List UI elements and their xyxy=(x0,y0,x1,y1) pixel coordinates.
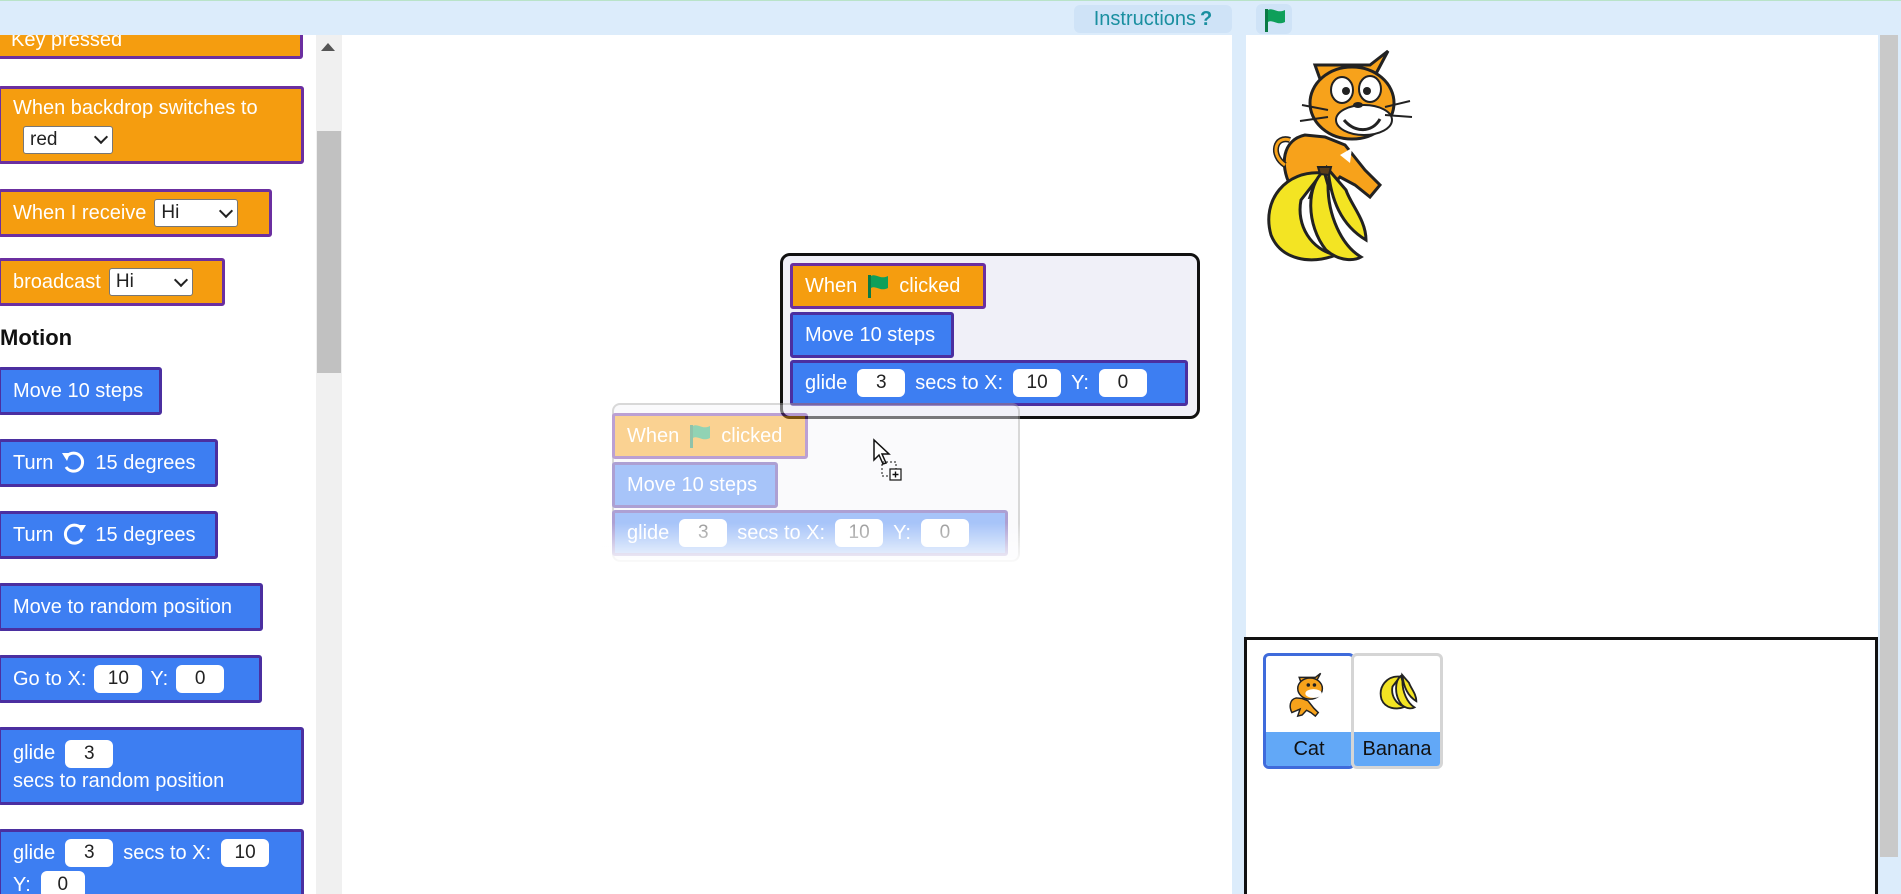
clicked-label: clicked xyxy=(899,274,961,297)
instructions-button[interactable]: Instructions? xyxy=(1074,5,1232,33)
turn-right-label: Turn xyxy=(13,523,54,546)
drag-ghost-group: When clicked Move 10 steps glide 3 secs … xyxy=(602,403,1022,568)
palette-scrollbar[interactable] xyxy=(316,35,344,894)
backdrop-select[interactable]: red xyxy=(23,125,113,154)
random-position-label: Move to random position xyxy=(13,595,233,618)
turn-right-suffix: 15 degrees xyxy=(95,523,196,546)
ghost-when-label: When xyxy=(627,424,680,447)
green-flag-button[interactable] xyxy=(1256,4,1292,34)
green-flag-icon xyxy=(868,275,889,298)
palette-scroll-thumb[interactable] xyxy=(317,131,341,373)
go-to-xy-block[interactable]: Go to X: 10 Y: 0 xyxy=(0,655,262,703)
move-steps-block[interactable]: Move 10 steps xyxy=(0,367,162,415)
script-glide-y-label: Y: xyxy=(1071,371,1089,394)
banana-thumbnail-icon xyxy=(1379,672,1418,710)
glide-xy-label: glide xyxy=(13,841,56,864)
glide-random-suffix: secs to random position xyxy=(13,769,225,792)
ghost-fade xyxy=(602,523,1022,568)
receive-label: When I receive xyxy=(13,201,147,224)
goto-y-label: Y: xyxy=(150,667,169,690)
backdrop-label: When backdrop switches to xyxy=(13,96,258,119)
chevron-down-icon xyxy=(219,203,234,218)
cat-thumbnail-icon xyxy=(1289,672,1324,718)
script-glide-x-input[interactable]: 10 xyxy=(1013,369,1062,397)
rotate-right-icon xyxy=(64,523,87,545)
key-pressed-block[interactable]: Key pressed xyxy=(0,35,303,59)
script-move-label: Move 10 steps xyxy=(805,323,936,346)
green-flag-icon xyxy=(1265,9,1285,32)
move-label: Move 10 steps xyxy=(13,379,144,402)
help-icon: ? xyxy=(1200,8,1213,30)
glide-random-secs-input[interactable]: 3 xyxy=(65,739,114,768)
sprite-list: Cat Banana xyxy=(1244,637,1878,894)
glide-xy-mid: secs to X: xyxy=(123,841,212,864)
glide-random-label: glide xyxy=(13,742,56,764)
top-bar: Instructions? xyxy=(0,0,1901,36)
broadcast-select[interactable]: Hi xyxy=(108,268,193,296)
ghost-clicked-label: clicked xyxy=(721,424,783,447)
chevron-down-icon xyxy=(93,129,109,145)
ghost-move-label: Move 10 steps xyxy=(627,473,758,496)
block-palette: Key pressed When backdrop switches to re… xyxy=(0,35,316,894)
goto-y-input[interactable]: 0 xyxy=(176,665,225,693)
goto-label: Go to X: xyxy=(13,667,87,690)
backdrop-value: red xyxy=(30,128,58,150)
banana-sprite[interactable] xyxy=(1256,165,1376,265)
rotate-left-icon xyxy=(62,451,85,473)
when-backdrop-switches-block[interactable]: When backdrop switches to red xyxy=(0,86,304,164)
glide-random-block[interactable]: glide 3 secs to random position xyxy=(0,727,304,805)
key-pressed-label: Key pressed xyxy=(11,35,123,51)
chevron-down-icon xyxy=(173,272,188,287)
script-area[interactable]: When clicked Move 10 steps glide 3 secs … xyxy=(342,35,1232,894)
copy-cursor-icon xyxy=(873,438,902,481)
when-i-receive-block[interactable]: When I receive Hi xyxy=(0,189,272,237)
receive-value: Hi xyxy=(161,202,180,223)
goto-x-input[interactable]: 10 xyxy=(94,665,143,693)
script-group[interactable]: When clicked Move 10 steps glide 3 secs … xyxy=(780,253,1200,419)
stage[interactable] xyxy=(1246,35,1878,635)
when-label: When xyxy=(805,274,858,297)
page-scrollbar[interactable] xyxy=(1878,35,1901,894)
when-flag-clicked-block[interactable]: When clicked xyxy=(790,263,986,309)
script-glide-secs-input[interactable]: 3 xyxy=(857,369,906,397)
scroll-up-arrow-icon[interactable] xyxy=(321,43,335,51)
turn-left-block[interactable]: Turn 15 degrees xyxy=(0,439,218,487)
glide-xy-x-input[interactable]: 10 xyxy=(221,839,270,867)
script-glide-label: glide xyxy=(805,371,848,394)
glide-xy-block[interactable]: glide 3 secs to X: 10 Y: 0 xyxy=(0,829,304,894)
script-glide-block[interactable]: glide 3 secs to X: 10 Y: 0 xyxy=(790,360,1188,406)
instructions-label: Instructions xyxy=(1093,8,1197,30)
ghost-move-block: Move 10 steps xyxy=(612,462,778,508)
glide-xy-y-input[interactable]: 0 xyxy=(40,871,85,894)
move-random-position-block[interactable]: Move to random position xyxy=(0,583,263,631)
broadcast-block[interactable]: broadcast Hi xyxy=(0,258,225,306)
script-move-steps-block[interactable]: Move 10 steps xyxy=(790,312,954,358)
receive-select[interactable]: Hi xyxy=(154,199,239,227)
page-scroll-thumb[interactable] xyxy=(1880,35,1898,857)
green-flag-icon xyxy=(690,425,711,448)
glide-xy-y-label: Y: xyxy=(13,873,31,894)
broadcast-label: broadcast xyxy=(13,270,101,293)
glide-xy-secs-input[interactable]: 3 xyxy=(65,839,114,867)
sprite-name-banana: Banana xyxy=(1354,732,1440,766)
broadcast-value: Hi xyxy=(115,271,134,292)
turn-left-suffix: 15 degrees xyxy=(95,451,196,474)
script-glide-mid: secs to X: xyxy=(915,371,1004,394)
sprite-card-banana[interactable]: Banana xyxy=(1351,653,1443,769)
motion-heading: Motion xyxy=(0,325,73,350)
script-glide-y-input[interactable]: 0 xyxy=(1098,369,1147,397)
ghost-when-flag-block: When clicked xyxy=(612,413,808,459)
sprite-card-cat[interactable]: Cat xyxy=(1263,653,1355,769)
turn-right-block[interactable]: Turn 15 degrees xyxy=(0,511,218,559)
sprite-name-cat: Cat xyxy=(1266,732,1352,766)
turn-left-label: Turn xyxy=(13,451,54,474)
